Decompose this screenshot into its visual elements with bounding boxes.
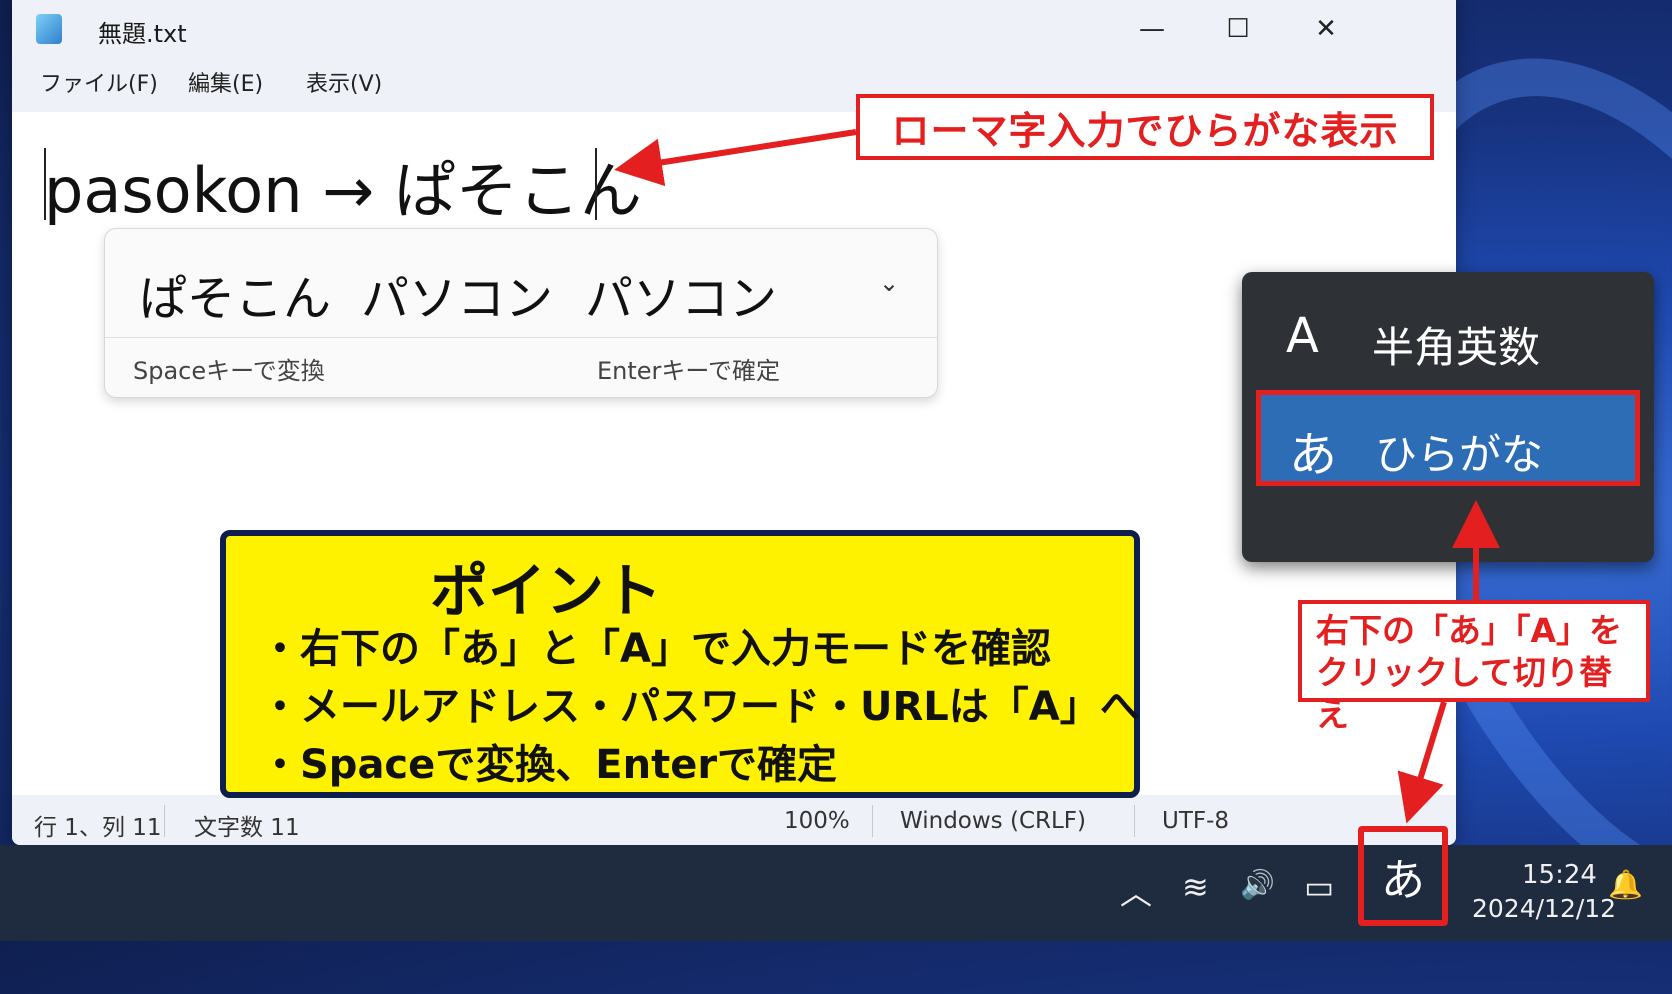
- chevron-up-icon[interactable]: ︿: [1120, 868, 1152, 914]
- wifi-icon[interactable]: ≋: [1182, 868, 1209, 906]
- battery-icon[interactable]: ▭: [1304, 868, 1334, 906]
- close-button[interactable]: ✕: [1296, 8, 1356, 50]
- status-divider: [1134, 805, 1135, 837]
- callout-romaji: ローマ字入力でひらがな表示: [856, 94, 1434, 160]
- ime-option-hiragana[interactable]: あ ひらがな: [1256, 390, 1640, 486]
- ime-candidate-window: ぱそこん パソコン パソコン ⌄ Spaceキーで変換 Enterキーで確定: [104, 228, 938, 398]
- window-title: 無題.txt: [98, 20, 187, 48]
- status-char-count: 文字数 11: [194, 815, 300, 841]
- title-bar[interactable]: 無題.txt — ☐ ✕: [12, 0, 1456, 58]
- ime-option-label: ひらがな: [1375, 430, 1544, 479]
- ime-option-glyph: A: [1286, 308, 1319, 364]
- callout-switch-line2: クリックして切り替え: [1316, 653, 1613, 734]
- menu-view[interactable]: 表示(V): [306, 66, 382, 98]
- status-zoom: 100%: [784, 808, 850, 834]
- callout-switch: 右下の「あ」「A」を クリックして切り替え: [1298, 600, 1650, 734]
- callout-switch-line1: 右下の「あ」「A」を: [1316, 611, 1623, 650]
- point-line-2: ・メールアドレス・パスワード・URLは「A」へ: [260, 684, 1140, 730]
- maximize-button[interactable]: ☐: [1208, 8, 1268, 50]
- point-line-1: ・右下の「あ」と「A」で入力モードを確認: [260, 626, 1051, 672]
- hint-convert: Spaceキーで変換: [133, 357, 325, 385]
- ime-option-glyph: あ: [1289, 427, 1338, 483]
- status-cursor-position: 行 1、列 11: [34, 815, 162, 841]
- candidate-divider: [105, 337, 937, 338]
- status-divider: [872, 805, 873, 837]
- ime-candidate-3[interactable]: パソコン: [585, 259, 777, 329]
- ime-mode-menu: A 半角英数 あ ひらがな: [1242, 272, 1654, 562]
- status-divider: [164, 805, 165, 837]
- ime-candidate-1[interactable]: ぱそこん: [139, 259, 331, 329]
- volume-icon[interactable]: 🔊: [1240, 868, 1275, 901]
- minimize-button[interactable]: —: [1122, 8, 1182, 50]
- bell-icon[interactable]: 🔔: [1608, 868, 1643, 901]
- ime-indicator[interactable]: あ: [1358, 826, 1448, 926]
- menu-edit[interactable]: 編集(E): [188, 66, 263, 98]
- clock-time[interactable]: 15:24: [1522, 860, 1597, 890]
- ime-candidate-2[interactable]: パソコン: [361, 259, 553, 329]
- status-encoding: UTF-8: [1162, 808, 1230, 834]
- ime-option-label: 半角英数: [1372, 323, 1541, 372]
- notepad-icon: [36, 14, 62, 44]
- clock-date[interactable]: 2024/12/12: [1472, 894, 1616, 923]
- point-line-3: ・Spaceで変換、Enterで確定: [260, 742, 838, 788]
- ime-option-halfwidth[interactable]: A 半角英数: [1242, 282, 1654, 382]
- editor-content[interactable]: pasokon → ぱそこん: [44, 140, 642, 230]
- chevron-down-icon[interactable]: ⌄: [879, 269, 899, 297]
- hint-confirm: Enterキーで確定: [597, 357, 780, 385]
- status-line-ending: Windows (CRLF): [900, 808, 1087, 834]
- point-box: ポイント ・右下の「あ」と「A」で入力モードを確認 ・メールアドレス・パスワード…: [220, 530, 1140, 798]
- menu-file[interactable]: ファイル(F): [40, 66, 158, 98]
- text-caret-end: [595, 148, 597, 220]
